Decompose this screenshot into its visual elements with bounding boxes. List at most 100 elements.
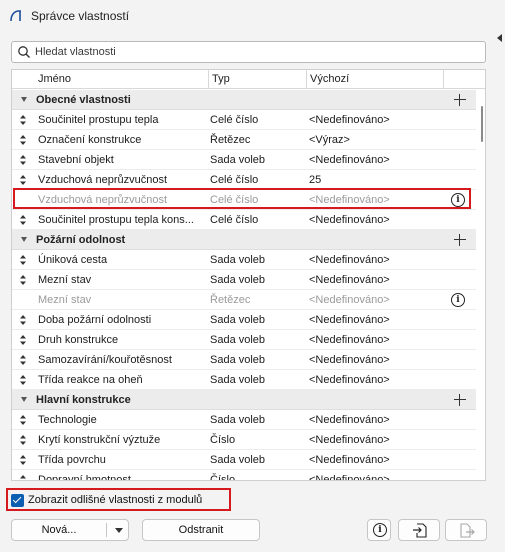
import-button[interactable] bbox=[398, 519, 440, 541]
property-default: 25 bbox=[309, 174, 322, 186]
table-row[interactable]: Úniková cesta Sada voleb <Nedefinováno> bbox=[12, 250, 476, 270]
group-row-general[interactable]: Obecné vlastnosti bbox=[12, 90, 476, 110]
new-property-button[interactable]: Nová... bbox=[11, 519, 129, 541]
property-default: <Výraz> bbox=[309, 134, 350, 146]
group-title: Požární odolnost bbox=[36, 234, 126, 246]
drag-handle-icon[interactable] bbox=[20, 255, 26, 265]
property-type: Řetězec bbox=[210, 134, 251, 146]
info-button[interactable]: i bbox=[367, 519, 391, 541]
property-type: Sada voleb bbox=[210, 414, 266, 426]
property-default: <Nedefinováno> bbox=[309, 414, 390, 426]
drag-handle-icon[interactable] bbox=[20, 215, 26, 225]
table-row[interactable]: Dopravní hmotnost Číslo <Nedefinováno> bbox=[12, 470, 476, 481]
table-header: Jméno Typ Výchozí bbox=[12, 70, 485, 89]
delete-property-button[interactable]: Odstranit bbox=[142, 519, 260, 541]
drag-handle-icon[interactable] bbox=[20, 335, 26, 345]
property-type: Řetězec bbox=[210, 294, 251, 306]
drag-handle-icon[interactable] bbox=[20, 155, 26, 165]
show-different-properties-option[interactable]: Zobrazit odlišné vlastnosti z modulů bbox=[11, 491, 202, 509]
table-row[interactable]: Součinitel prostupu tepla Celé číslo <Ne… bbox=[12, 110, 476, 130]
drag-handle-icon[interactable] bbox=[20, 475, 26, 481]
table-row[interactable]: Samozavírání/kouřotěsnost Sada voleb <Ne… bbox=[12, 350, 476, 370]
info-icon[interactable]: i bbox=[451, 293, 465, 307]
table-row[interactable]: Mezní stav Sada voleb <Nedefinováno> bbox=[12, 270, 476, 290]
window-title: Správce vlastností bbox=[31, 9, 130, 23]
table-row[interactable]: Technologie Sada voleb <Nedefinováno> bbox=[12, 410, 476, 430]
drag-handle-icon[interactable] bbox=[20, 175, 26, 185]
info-icon[interactable]: i bbox=[451, 193, 465, 207]
property-default: <Nedefinováno> bbox=[309, 354, 390, 366]
drag-handle-icon[interactable] bbox=[20, 275, 26, 285]
collapse-arrow-icon[interactable] bbox=[21, 97, 27, 102]
new-button-label[interactable]: Nová... bbox=[12, 520, 106, 540]
drag-handle-icon[interactable] bbox=[20, 355, 26, 365]
table-row[interactable]: Druh konstrukce Sada voleb <Nedefinováno… bbox=[12, 330, 476, 350]
property-default: <Nedefinováno> bbox=[309, 214, 390, 226]
import-icon bbox=[413, 523, 427, 538]
show-different-checkbox[interactable] bbox=[11, 493, 24, 507]
property-type: Sada voleb bbox=[210, 374, 266, 386]
property-type: Celé číslo bbox=[210, 194, 259, 206]
property-name: Mezní stav bbox=[38, 274, 92, 286]
title-bar: Správce vlastností bbox=[0, 0, 505, 32]
table-row[interactable]: Vzduchová neprůzvučnost Celé číslo 25 bbox=[12, 170, 476, 190]
column-header-type[interactable]: Typ bbox=[208, 70, 230, 89]
collapse-arrow-icon[interactable] bbox=[21, 237, 27, 242]
add-property-icon[interactable] bbox=[454, 394, 466, 406]
add-property-icon[interactable] bbox=[454, 94, 466, 106]
property-default: <Nedefinováno> bbox=[309, 314, 390, 326]
property-name: Třída reakce na oheň bbox=[38, 374, 143, 386]
drag-handle-icon[interactable] bbox=[20, 375, 26, 385]
property-name: Označení konstrukce bbox=[38, 134, 142, 146]
drag-handle-icon[interactable] bbox=[20, 315, 26, 325]
drag-handle-icon[interactable] bbox=[20, 135, 26, 145]
drag-handle-icon[interactable] bbox=[20, 415, 26, 425]
property-type: Sada voleb bbox=[210, 254, 266, 266]
drag-handle-icon[interactable] bbox=[20, 115, 26, 125]
property-default: <Nedefinováno> bbox=[309, 294, 390, 306]
property-name: Mezní stav bbox=[38, 294, 92, 306]
export-icon bbox=[460, 523, 475, 538]
group-title: Hlavní konstrukce bbox=[36, 394, 131, 406]
property-name: Součinitel prostupu tepla bbox=[38, 114, 159, 126]
group-row-main-structure[interactable]: Hlavní konstrukce bbox=[12, 390, 476, 410]
group-row-fire-resistance[interactable]: Požární odolnost bbox=[12, 230, 476, 250]
group-title: Obecné vlastnosti bbox=[36, 94, 131, 106]
drag-handle-icon[interactable] bbox=[20, 455, 26, 465]
export-button[interactable] bbox=[445, 519, 487, 541]
table-row-module-property[interactable]: Mezní stav Řetězec <Nedefinováno> i bbox=[12, 290, 476, 310]
column-header-name[interactable]: Jméno bbox=[34, 70, 71, 89]
chevron-down-icon[interactable] bbox=[115, 528, 123, 533]
collapse-panel-icon[interactable] bbox=[497, 34, 502, 42]
property-type: Sada voleb bbox=[210, 274, 266, 286]
info-icon: i bbox=[373, 523, 387, 537]
show-different-label[interactable]: Zobrazit odlišné vlastnosti z modulů bbox=[28, 494, 202, 506]
property-name: Součinitel prostupu tepla kons... bbox=[38, 214, 194, 226]
property-type: Sada voleb bbox=[210, 354, 266, 366]
vertical-scrollbar[interactable] bbox=[481, 106, 483, 142]
column-divider[interactable] bbox=[443, 70, 444, 89]
add-property-icon[interactable] bbox=[454, 234, 466, 246]
table-row[interactable]: Součinitel prostupu tepla kons... Celé č… bbox=[12, 210, 476, 230]
property-default: <Nedefinováno> bbox=[309, 454, 390, 466]
property-name: Úniková cesta bbox=[38, 254, 108, 266]
table-row[interactable]: Třída reakce na oheň Sada voleb <Nedefin… bbox=[12, 370, 476, 390]
app-logo-icon bbox=[10, 10, 21, 22]
collapse-arrow-icon[interactable] bbox=[21, 397, 27, 402]
property-name: Samozavírání/kouřotěsnost bbox=[38, 354, 172, 366]
table-row-module-property[interactable]: Vzduchová neprůzvučnost Celé číslo <Nede… bbox=[12, 190, 476, 210]
drag-handle-icon[interactable] bbox=[20, 435, 26, 445]
property-type: Celé číslo bbox=[210, 214, 259, 226]
property-name: Stavební objekt bbox=[38, 154, 114, 166]
property-manager-window: Správce vlastností Jméno Typ Výchozí Obe… bbox=[0, 0, 505, 552]
table-row[interactable]: Označení konstrukce Řetězec <Výraz> bbox=[12, 130, 476, 150]
table-row[interactable]: Doba požární odolnosti Sada voleb <Nedef… bbox=[12, 310, 476, 330]
search-input[interactable] bbox=[35, 44, 475, 60]
search-box[interactable] bbox=[11, 41, 486, 63]
table-row[interactable]: Krytí konstrukční výztuže Číslo <Nedefin… bbox=[12, 430, 476, 450]
property-default: <Nedefinováno> bbox=[309, 254, 390, 266]
table-row[interactable]: Stavební objekt Sada voleb <Nedefinováno… bbox=[12, 150, 476, 170]
column-header-default[interactable]: Výchozí bbox=[306, 70, 349, 89]
property-type: Sada voleb bbox=[210, 454, 266, 466]
table-row[interactable]: Třída povrchu Sada voleb <Nedefinováno> bbox=[12, 450, 476, 470]
